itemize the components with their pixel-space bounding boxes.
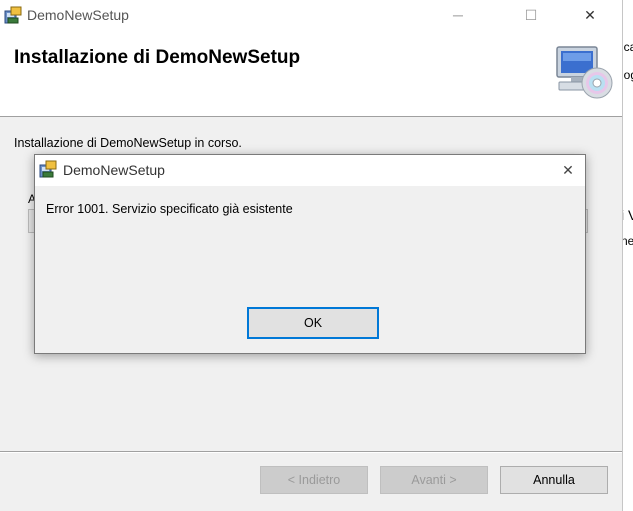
- back-button[interactable]: < Indietro: [260, 466, 368, 494]
- installer-package-icon: [4, 6, 22, 24]
- background-text: ne: [623, 234, 633, 248]
- error-message: Error 1001. Servizio specificato già esi…: [46, 202, 293, 216]
- background-window: ica log i V ne: [623, 0, 633, 511]
- installer-titlebar: DemoNewSetup ─ ☐ ✕: [0, 0, 622, 30]
- cancel-button[interactable]: Annulla: [500, 466, 608, 494]
- dialog-titlebar: DemoNewSetup ✕: [35, 155, 585, 186]
- close-button[interactable]: ✕: [567, 0, 613, 30]
- page-title: Installazione di DemoNewSetup: [14, 47, 301, 68]
- background-text: i V: [623, 207, 633, 223]
- divider: [0, 451, 622, 453]
- status-text: Installazione di DemoNewSetup in corso.: [14, 136, 242, 150]
- minimize-button[interactable]: ─: [435, 0, 481, 30]
- error-dialog: DemoNewSetup ✕ Error 1001. Servizio spec…: [34, 154, 586, 354]
- dialog-title: DemoNewSetup: [63, 162, 165, 178]
- background-text: log: [623, 68, 633, 82]
- maximize-button[interactable]: ☐: [508, 0, 554, 30]
- dialog-body: Error 1001. Servizio specificato già esi…: [35, 186, 585, 353]
- dialog-close-button[interactable]: ✕: [551, 155, 585, 186]
- ok-button[interactable]: OK: [247, 307, 379, 339]
- installer-package-icon: [39, 160, 57, 178]
- window-title: DemoNewSetup: [27, 7, 129, 23]
- background-text: ica: [623, 40, 633, 54]
- next-button[interactable]: Avanti >: [380, 466, 488, 494]
- header-banner: Installazione di DemoNewSetup: [0, 30, 622, 117]
- computer-cd-icon: [556, 46, 613, 99]
- ok-button-label: OK: [303, 316, 323, 330]
